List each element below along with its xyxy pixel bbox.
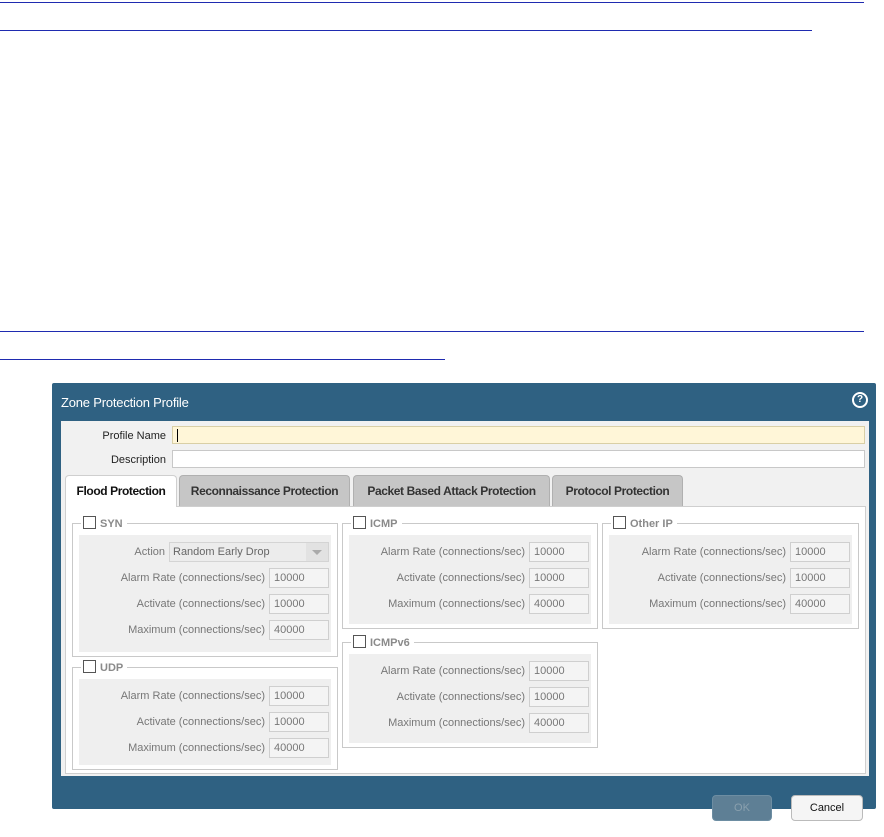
udp-maximum-label: Maximum (connections/sec) bbox=[128, 742, 265, 754]
icmp-maximum-input[interactable]: 40000 bbox=[529, 594, 589, 614]
icmp-activate-label: Activate (connections/sec) bbox=[396, 572, 525, 584]
icmpv6-fields: Alarm Rate (connections/sec) 10000 Activ… bbox=[349, 654, 591, 743]
other-ip-group: Other IP Alarm Rate (connections/sec) 10… bbox=[602, 516, 859, 629]
mid-rule-1 bbox=[0, 331, 864, 332]
other-ip-activate-input[interactable]: 10000 bbox=[790, 568, 850, 588]
icmpv6-alarm-label: Alarm Rate (connections/sec) bbox=[380, 665, 525, 677]
udp-alarm-row: Alarm Rate (connections/sec) 10000 bbox=[79, 684, 331, 708]
dialog-body: Profile Name Description Flood Protectio… bbox=[61, 421, 869, 776]
tab-reconnaissance-protection[interactable]: Reconnaissance Protection bbox=[179, 475, 350, 506]
other-ip-alarm-label: Alarm Rate (connections/sec) bbox=[641, 546, 786, 558]
udp-maximum-input[interactable]: 40000 bbox=[269, 738, 329, 758]
syn-legend: SYN bbox=[81, 516, 127, 532]
icmp-activate-input[interactable]: 10000 bbox=[529, 568, 589, 588]
tab-flood-protection[interactable]: Flood Protection bbox=[65, 475, 177, 507]
text-caret bbox=[177, 429, 178, 442]
udp-title: UDP bbox=[100, 662, 124, 674]
profile-name-input[interactable] bbox=[172, 426, 865, 444]
other-ip-title: Other IP bbox=[630, 518, 673, 530]
icmpv6-alarm-input[interactable]: 10000 bbox=[529, 661, 589, 681]
icmp-alarm-row: Alarm Rate (connections/sec) 10000 bbox=[349, 540, 591, 564]
profile-name-row: Profile Name bbox=[61, 426, 869, 446]
syn-activate-input[interactable]: 10000 bbox=[269, 594, 329, 614]
syn-alarm-input[interactable]: 10000 bbox=[269, 568, 329, 588]
other-ip-maximum-input[interactable]: 40000 bbox=[790, 594, 850, 614]
icmp-checkbox[interactable] bbox=[353, 516, 366, 529]
icmp-fields: Alarm Rate (connections/sec) 10000 Activ… bbox=[349, 535, 591, 624]
cancel-button[interactable]: Cancel bbox=[791, 795, 863, 821]
udp-activate-input[interactable]: 10000 bbox=[269, 712, 329, 732]
dialog-title: Zone Protection Profile bbox=[61, 395, 189, 410]
other-ip-maximum-label: Maximum (connections/sec) bbox=[649, 598, 786, 610]
icmpv6-maximum-row: Maximum (connections/sec) 40000 bbox=[349, 711, 591, 735]
icmpv6-group: ICMPv6 Alarm Rate (connections/sec) 1000… bbox=[342, 635, 598, 748]
other-ip-activate-row: Activate (connections/sec) 10000 bbox=[609, 566, 852, 590]
udp-alarm-label: Alarm Rate (connections/sec) bbox=[120, 690, 265, 702]
dialog-titlebar: Zone Protection Profile ? bbox=[52, 383, 876, 421]
icmpv6-maximum-input[interactable]: 40000 bbox=[529, 713, 589, 733]
icmpv6-activate-row: Activate (connections/sec) 10000 bbox=[349, 685, 591, 709]
syn-group: SYN Action Random Early Drop Alarm Rate … bbox=[72, 516, 338, 657]
tab-packet-based-attack-protection[interactable]: Packet Based Attack Protection bbox=[353, 475, 550, 506]
syn-checkbox[interactable] bbox=[83, 516, 96, 529]
udp-group: UDP Alarm Rate (connections/sec) 10000 A… bbox=[72, 660, 338, 770]
description-label: Description bbox=[110, 454, 166, 466]
udp-legend: UDP bbox=[81, 660, 128, 676]
zone-protection-dialog: Zone Protection Profile ? Profile Name D… bbox=[52, 383, 876, 821]
other-ip-fields: Alarm Rate (connections/sec) 10000 Activ… bbox=[609, 535, 852, 624]
syn-action-label: Action bbox=[134, 546, 165, 558]
icmp-alarm-input[interactable]: 10000 bbox=[529, 542, 589, 562]
icmp-group: ICMP Alarm Rate (connections/sec) 10000 … bbox=[342, 516, 598, 629]
udp-alarm-input[interactable]: 10000 bbox=[269, 686, 329, 706]
ok-button[interactable]: OK bbox=[712, 795, 772, 821]
syn-maximum-input[interactable]: 40000 bbox=[269, 620, 329, 640]
syn-action-row: Action Random Early Drop bbox=[79, 540, 331, 564]
syn-action-select[interactable]: Random Early Drop bbox=[169, 542, 329, 562]
icmpv6-alarm-row: Alarm Rate (connections/sec) 10000 bbox=[349, 659, 591, 683]
tab-bar: Flood Protection Reconnaissance Protecti… bbox=[61, 475, 869, 507]
syn-fields: Action Random Early Drop Alarm Rate (con… bbox=[79, 535, 331, 652]
description-input[interactable] bbox=[172, 450, 865, 468]
syn-maximum-label: Maximum (connections/sec) bbox=[128, 624, 265, 636]
top-rule-2 bbox=[0, 30, 812, 31]
syn-alarm-label: Alarm Rate (connections/sec) bbox=[120, 572, 265, 584]
icmp-title: ICMP bbox=[370, 518, 398, 530]
help-icon[interactable]: ? bbox=[852, 392, 868, 408]
other-ip-legend: Other IP bbox=[611, 516, 677, 532]
icmp-maximum-label: Maximum (connections/sec) bbox=[388, 598, 525, 610]
other-ip-activate-label: Activate (connections/sec) bbox=[657, 572, 786, 584]
top-rule-1 bbox=[0, 2, 864, 3]
other-ip-alarm-input[interactable]: 10000 bbox=[790, 542, 850, 562]
syn-activate-label: Activate (connections/sec) bbox=[136, 598, 265, 610]
profile-name-label: Profile Name bbox=[102, 430, 166, 442]
syn-maximum-row: Maximum (connections/sec) 40000 bbox=[79, 618, 331, 642]
mid-rule-2 bbox=[0, 359, 445, 360]
syn-activate-row: Activate (connections/sec) 10000 bbox=[79, 592, 331, 616]
udp-maximum-row: Maximum (connections/sec) 40000 bbox=[79, 736, 331, 760]
syn-action-value: Random Early Drop bbox=[173, 546, 270, 558]
icmpv6-title: ICMPv6 bbox=[370, 637, 410, 649]
syn-title: SYN bbox=[100, 518, 123, 530]
description-row: Description bbox=[61, 450, 869, 470]
udp-fields: Alarm Rate (connections/sec) 10000 Activ… bbox=[79, 679, 331, 765]
icmpv6-activate-input[interactable]: 10000 bbox=[529, 687, 589, 707]
icmp-maximum-row: Maximum (connections/sec) 40000 bbox=[349, 592, 591, 616]
udp-activate-row: Activate (connections/sec) 10000 bbox=[79, 710, 331, 734]
icmpv6-activate-label: Activate (connections/sec) bbox=[396, 691, 525, 703]
icmpv6-legend: ICMPv6 bbox=[351, 635, 414, 651]
other-ip-alarm-row: Alarm Rate (connections/sec) 10000 bbox=[609, 540, 852, 564]
tab-protocol-protection[interactable]: Protocol Protection bbox=[552, 475, 683, 506]
flood-protection-panel: SYN Action Random Early Drop Alarm Rate … bbox=[65, 506, 866, 774]
icmp-activate-row: Activate (connections/sec) 10000 bbox=[349, 566, 591, 590]
icmpv6-checkbox[interactable] bbox=[353, 635, 366, 648]
syn-alarm-row: Alarm Rate (connections/sec) 10000 bbox=[79, 566, 331, 590]
udp-checkbox[interactable] bbox=[83, 660, 96, 673]
icmp-legend: ICMP bbox=[351, 516, 402, 532]
icmp-alarm-label: Alarm Rate (connections/sec) bbox=[380, 546, 525, 558]
icmpv6-maximum-label: Maximum (connections/sec) bbox=[388, 717, 525, 729]
other-ip-checkbox[interactable] bbox=[613, 516, 626, 529]
udp-activate-label: Activate (connections/sec) bbox=[136, 716, 265, 728]
chevron-down-icon bbox=[306, 543, 328, 561]
other-ip-maximum-row: Maximum (connections/sec) 40000 bbox=[609, 592, 852, 616]
